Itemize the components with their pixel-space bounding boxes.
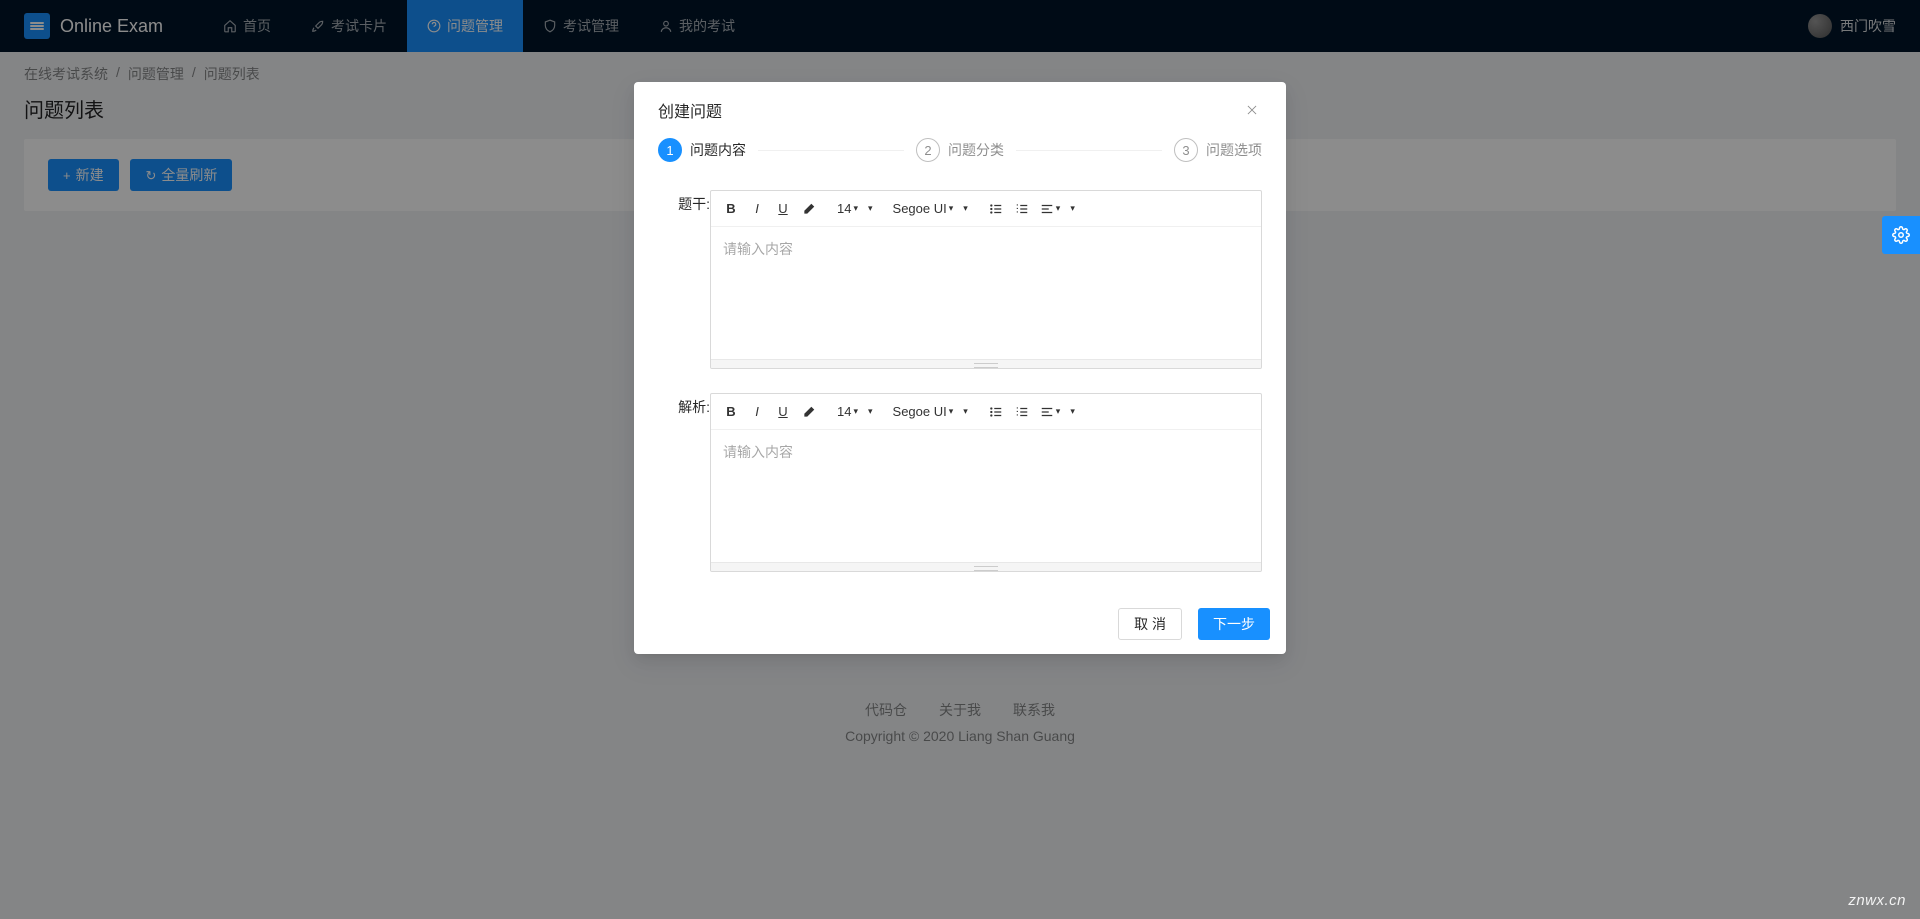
analysis-editor: B I U 14▾ ▾ Segoe UI▾ ▾ ▾ ▾ 请输入内容 xyxy=(710,393,1262,572)
underline-icon[interactable]: U xyxy=(771,197,795,221)
more-select[interactable]: ▾ xyxy=(1066,400,1079,424)
editor-toolbar: B I U 14▾ ▾ Segoe UI▾ ▾ ▾ ▾ xyxy=(711,191,1261,227)
color-select[interactable]: ▾ xyxy=(864,197,877,221)
align-select[interactable]: ▾ xyxy=(1036,197,1065,221)
more-select[interactable]: ▾ xyxy=(1066,197,1079,221)
color2-select[interactable]: ▾ xyxy=(959,197,972,221)
resize-handle[interactable] xyxy=(711,562,1261,571)
ol-icon[interactable] xyxy=(1010,400,1034,424)
close-icon[interactable] xyxy=(1242,100,1262,120)
settings-float-button[interactable] xyxy=(1882,216,1920,254)
ul-icon[interactable] xyxy=(984,400,1008,424)
font-size-select[interactable]: 14▾ xyxy=(833,400,862,424)
italic-icon[interactable]: I xyxy=(745,197,769,221)
step-number: 3 xyxy=(1174,138,1198,162)
ul-icon[interactable] xyxy=(984,197,1008,221)
step-number: 2 xyxy=(916,138,940,162)
align-select[interactable]: ▾ xyxy=(1036,400,1065,424)
gear-icon xyxy=(1892,226,1910,244)
step-title: 问题分类 xyxy=(948,140,1004,160)
editor-toolbar: B I U 14▾ ▾ Segoe UI▾ ▾ ▾ ▾ xyxy=(711,394,1261,430)
ol-icon[interactable] xyxy=(1010,197,1034,221)
font-family-select[interactable]: Segoe UI▾ xyxy=(889,400,958,424)
italic-icon[interactable]: I xyxy=(745,400,769,424)
modal-footer: 取 消 下一步 xyxy=(634,598,1286,654)
modal-title: 创建问题 xyxy=(658,98,722,122)
modal-header: 创建问题 xyxy=(634,82,1286,138)
create-question-modal: 创建问题 1 问题内容 2 问题分类 3 问题选项 题干: xyxy=(634,82,1286,654)
stem-editor: B I U 14▾ ▾ Segoe UI▾ ▾ ▾ ▾ 请输入内容 xyxy=(710,190,1262,369)
cancel-button[interactable]: 取 消 xyxy=(1118,608,1182,640)
erase-icon[interactable] xyxy=(797,197,821,221)
bold-icon[interactable]: B xyxy=(719,400,743,424)
analysis-input[interactable]: 请输入内容 xyxy=(711,430,1261,562)
step-category[interactable]: 2 问题分类 xyxy=(916,138,1004,162)
step-title: 问题内容 xyxy=(690,140,746,160)
underline-icon[interactable]: U xyxy=(771,400,795,424)
bold-icon[interactable]: B xyxy=(719,197,743,221)
stem-row: 题干: B I U 14▾ ▾ Segoe UI▾ ▾ ▾ xyxy=(658,190,1262,369)
step-title: 问题选项 xyxy=(1206,140,1262,160)
color-select[interactable]: ▾ xyxy=(864,400,877,424)
analysis-row: 解析: B I U 14▾ ▾ Segoe UI▾ ▾ ▾ xyxy=(658,393,1262,572)
next-button[interactable]: 下一步 xyxy=(1198,608,1270,640)
step-content[interactable]: 1 问题内容 xyxy=(658,138,746,162)
analysis-label: 解析: xyxy=(658,393,710,417)
stem-label: 题干: xyxy=(658,190,710,214)
stem-input[interactable]: 请输入内容 xyxy=(711,227,1261,359)
step-options[interactable]: 3 问题选项 xyxy=(1174,138,1262,162)
step-number: 1 xyxy=(658,138,682,162)
erase-icon[interactable] xyxy=(797,400,821,424)
font-size-select[interactable]: 14▾ xyxy=(833,197,862,221)
font-family-select[interactable]: Segoe UI▾ xyxy=(889,197,958,221)
watermark: znwx.cn xyxy=(1848,892,1906,909)
resize-handle[interactable] xyxy=(711,359,1261,368)
color2-select[interactable]: ▾ xyxy=(959,400,972,424)
steps: 1 问题内容 2 问题分类 3 问题选项 xyxy=(658,138,1262,162)
